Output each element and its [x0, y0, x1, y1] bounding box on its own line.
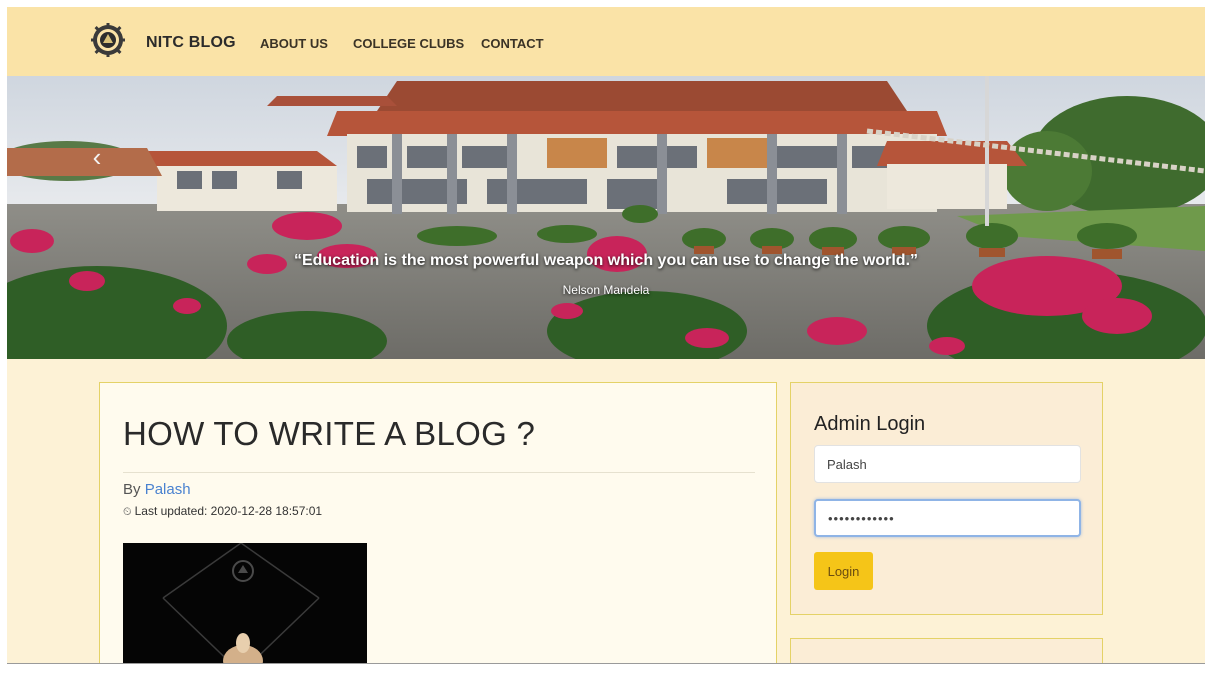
post-byline: By Palash: [123, 481, 191, 498]
brand-title[interactable]: NITC BLOG: [146, 34, 236, 52]
nav-contact[interactable]: CONTACT: [481, 36, 544, 51]
login-title: Admin Login: [814, 413, 926, 435]
password-input[interactable]: [814, 499, 1081, 537]
top-navbar: NITC BLOG ABOUT US COLLEGE CLUBS CONTACT: [7, 7, 1205, 76]
admin-login-card: Admin Login Login: [790, 382, 1103, 615]
post-title[interactable]: HOW TO WRITE A BLOG ?: [123, 415, 535, 453]
hero-quote-author: Nelson Mandela: [562, 283, 650, 297]
post-updated-text: Last updated: 2020-12-28 18:57:01: [134, 504, 323, 518]
hero-quote: “Education is the most powerful weapon w…: [293, 252, 919, 269]
login-button[interactable]: Login: [814, 552, 873, 590]
post-author-link[interactable]: Palash: [145, 481, 191, 498]
window-bottom-strip: [0, 664, 1205, 673]
post-last-updated: ⏲ Last updated: 2020-12-28 18:57:01: [123, 504, 322, 519]
nav-about-us[interactable]: ABOUT US: [260, 36, 328, 51]
post-by-label: By: [123, 481, 141, 498]
nitc-logo-icon[interactable]: [91, 23, 125, 57]
campus-photo: [7, 76, 1205, 359]
nav-college-clubs[interactable]: COLLEGE CLUBS: [353, 36, 464, 51]
carousel-prev-icon[interactable]: ‹: [85, 142, 109, 172]
post-image-graphic: [123, 543, 367, 673]
clock-icon: ⏲: [123, 506, 132, 518]
post-image[interactable]: [123, 543, 367, 673]
username-input[interactable]: [814, 445, 1081, 483]
blog-post-card: HOW TO WRITE A BLOG ? By Palash ⏲ Last up…: [99, 382, 777, 673]
post-divider: [123, 472, 755, 473]
hero-carousel: ‹ “Education is the most powerful weapon…: [7, 76, 1205, 359]
